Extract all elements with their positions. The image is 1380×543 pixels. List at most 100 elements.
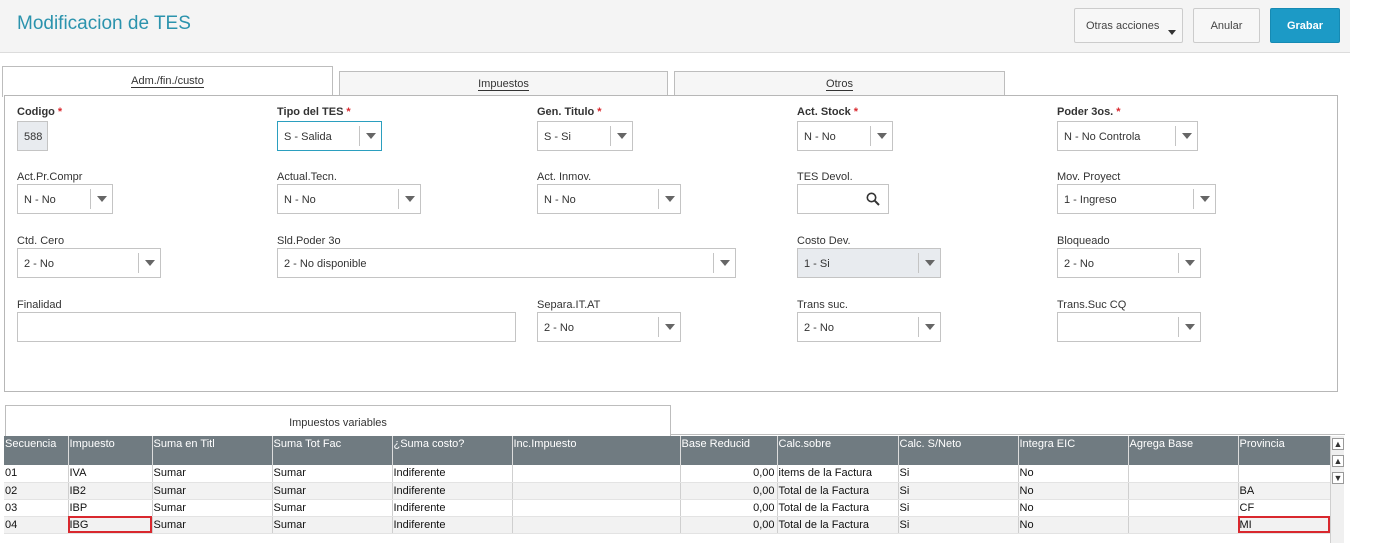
act-pr-compr-label: Act.Pr.Compr [17, 171, 83, 183]
cell[interactable] [1238, 465, 1331, 483]
bloqueado-select[interactable]: 2 - No [1057, 248, 1201, 278]
cell[interactable] [1128, 499, 1239, 517]
cell[interactable]: Sumar [152, 516, 273, 534]
cell[interactable]: Si [898, 516, 1019, 534]
cell[interactable] [1128, 482, 1239, 500]
act-stock-select[interactable]: N - No [797, 121, 893, 151]
cell[interactable]: Sumar [272, 516, 393, 534]
header-bar: Modificacion de TES Otras acciones Anula… [0, 0, 1350, 53]
scroll-top-icon[interactable]: ▲ [1332, 438, 1344, 450]
table-row[interactable]: 03 IBP Sumar Sumar Indiferente 0,00 Tota… [4, 499, 1331, 517]
form-panel: Codigo * 588 Tipo del TES * S - Salida Gen… [4, 95, 1338, 392]
cell[interactable]: Indiferente [392, 482, 513, 500]
act-pr-compr-select[interactable]: N - No [17, 184, 113, 214]
finalidad-field[interactable] [17, 312, 516, 342]
trans-suc-select[interactable]: 2 - No [797, 312, 941, 342]
cell[interactable]: Sumar [152, 482, 273, 500]
col-header[interactable]: Inc.Impuesto [512, 436, 681, 465]
cell[interactable]: 0,00 [680, 516, 778, 534]
separa-it-select[interactable]: 2 - No [537, 312, 681, 342]
cell[interactable]: Sumar [152, 499, 273, 517]
anular-button[interactable]: Anular [1193, 8, 1260, 43]
cell[interactable]: Sumar [272, 499, 393, 517]
table-row[interactable]: 01 IVA Sumar Sumar Indiferente 0,00 item… [4, 465, 1331, 483]
col-header[interactable]: Agrega Base [1128, 436, 1239, 465]
cell[interactable]: CF [1238, 499, 1331, 517]
otras-acciones-button[interactable]: Otras acciones [1074, 8, 1183, 43]
tipo-tes-select[interactable]: S - Salida [277, 121, 382, 151]
col-header[interactable]: Secuencia [4, 436, 69, 465]
cell[interactable] [512, 499, 681, 517]
cell-highlighted[interactable]: IBG [68, 516, 153, 534]
cell[interactable]: items de la Factura [777, 465, 899, 483]
search-icon[interactable] [866, 192, 880, 206]
col-header[interactable]: Calc.sobre [777, 436, 899, 465]
cell[interactable]: IBP [68, 499, 153, 517]
scroll-down-icon[interactable]: ▼ [1332, 472, 1344, 484]
cell[interactable]: No [1018, 516, 1129, 534]
cell[interactable]: IB2 [68, 482, 153, 500]
cell[interactable]: No [1018, 482, 1129, 500]
cell[interactable]: BA [1238, 482, 1331, 500]
codigo-field[interactable]: 588 [17, 121, 48, 151]
ctd-cero-select[interactable]: 2 - No [17, 248, 161, 278]
cell[interactable] [512, 516, 681, 534]
tab-impuestos[interactable]: Impuestos [339, 71, 668, 96]
cell[interactable]: Si [898, 482, 1019, 500]
scroll-up-icon[interactable]: ▲ [1332, 455, 1344, 467]
actual-tecn-select[interactable]: N - No [277, 184, 421, 214]
tes-devol-field[interactable] [797, 184, 889, 214]
cell[interactable]: Total de la Factura [777, 516, 899, 534]
cell[interactable]: 0,00 [680, 482, 778, 500]
cell[interactable]: 04 [4, 516, 69, 534]
cell[interactable]: Indiferente [392, 499, 513, 517]
cell[interactable]: Sumar [152, 465, 273, 483]
col-header[interactable]: Calc. S/Neto [898, 436, 1019, 465]
tab-otros[interactable]: Otros [674, 71, 1005, 96]
cell[interactable]: Si [898, 499, 1019, 517]
poder-3os-select[interactable]: N - No Controla [1057, 121, 1198, 151]
costo-dev-label: Costo Dev. [797, 235, 851, 247]
gen-titulo-select[interactable]: S - Si [537, 121, 633, 151]
col-header[interactable]: Base Reducid [680, 436, 778, 465]
grabar-button[interactable]: Grabar [1270, 8, 1340, 43]
col-header[interactable]: Impuesto [68, 436, 153, 465]
cell[interactable]: Si [898, 465, 1019, 483]
cell[interactable]: Indiferente [392, 516, 513, 534]
col-header[interactable]: Suma en Titl [152, 436, 273, 465]
table-row[interactable]: 02 IB2 Sumar Sumar Indiferente 0,00 Tota… [4, 482, 1331, 500]
cell[interactable] [1128, 465, 1239, 483]
cell[interactable] [1128, 516, 1239, 534]
table-row[interactable]: 04 IBG Sumar Sumar Indiferente 0,00 Tota… [4, 516, 1331, 534]
cell[interactable]: Sumar [272, 482, 393, 500]
tab-impuestos-variables[interactable]: Impuestos variables [5, 405, 671, 436]
cell[interactable] [512, 465, 681, 483]
cell[interactable]: 0,00 [680, 499, 778, 517]
cell[interactable]: No [1018, 465, 1129, 483]
grid-scrollbar[interactable]: ▲ ▲ ▼ [1330, 436, 1344, 543]
cell[interactable]: Sumar [272, 465, 393, 483]
col-header[interactable]: Integra EIC [1018, 436, 1129, 465]
cell[interactable]: No [1018, 499, 1129, 517]
cell[interactable]: 0,00 [680, 465, 778, 483]
sld-poder-select[interactable]: 2 - No disponible [277, 248, 736, 278]
cell[interactable]: IVA [68, 465, 153, 483]
mov-proyect-select[interactable]: 1 - Ingreso [1057, 184, 1216, 214]
actual-tecn-label: Actual.Tecn. [277, 171, 337, 183]
cell[interactable]: 03 [4, 499, 69, 517]
act-inmov-select[interactable]: N - No [537, 184, 681, 214]
cell[interactable]: Total de la Factura [777, 499, 899, 517]
col-header[interactable]: Provincia [1238, 436, 1331, 465]
cell-highlighted[interactable]: MI [1238, 516, 1331, 534]
dropdown-arrow-icon [398, 189, 420, 209]
trans-suc-cq-select[interactable] [1057, 312, 1201, 342]
cell[interactable] [512, 482, 681, 500]
tab-adm-fin-custo[interactable]: Adm./fin./custo [2, 66, 333, 97]
col-header[interactable]: ¿Suma costo? [392, 436, 513, 465]
cell[interactable]: Indiferente [392, 465, 513, 483]
costo-dev-select[interactable]: 1 - Si [797, 248, 941, 278]
cell[interactable]: 02 [4, 482, 69, 500]
col-header[interactable]: Suma Tot Fac [272, 436, 393, 465]
cell[interactable]: Total de la Factura [777, 482, 899, 500]
cell[interactable]: 01 [4, 465, 69, 483]
